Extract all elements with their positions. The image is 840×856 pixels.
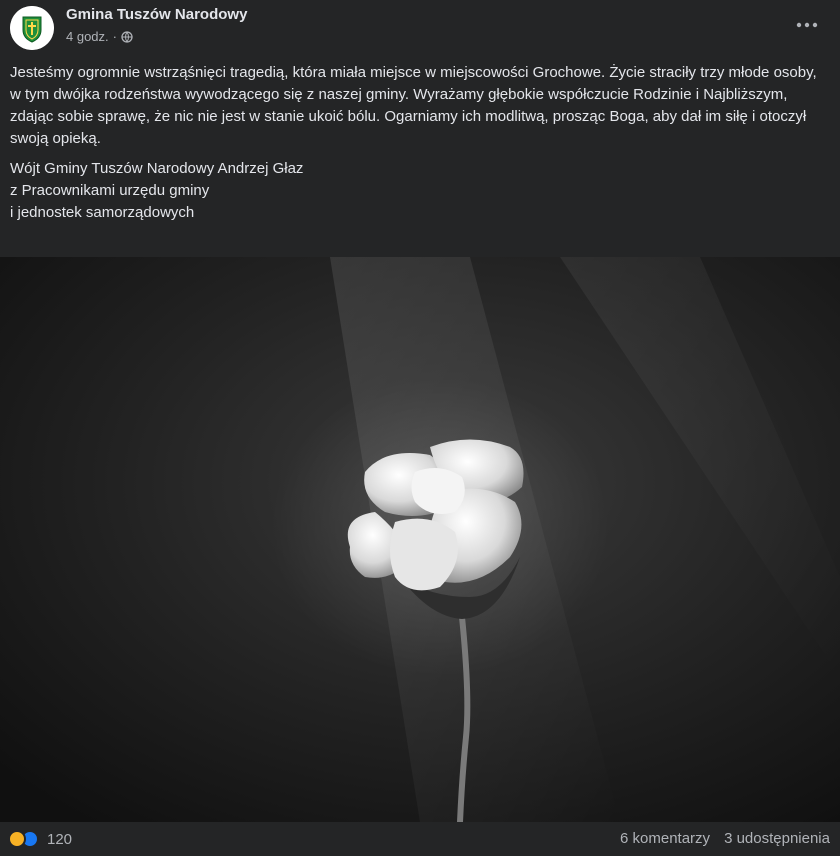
signature-line: i jednostek samorządowych: [10, 204, 195, 221]
signature-line: Wójt Gminy Tuszów Narodowy Andrzej Głaz: [10, 160, 304, 177]
post-photo[interactable]: [0, 257, 840, 822]
post-signature: Wójt Gminy Tuszów Narodowy Andrzej Głaz …: [10, 158, 828, 224]
facebook-post: Gmina Tuszów Narodowy 4 godz. · Jesteśmy…: [0, 0, 840, 856]
shares-link[interactable]: 3 udostępnienia: [724, 830, 830, 847]
post-timestamp[interactable]: 4 godz.: [66, 29, 109, 44]
post-stats: 6 komentarzy 3 udostępnienia: [620, 830, 830, 847]
post-paragraph: Jesteśmy ogromnie wstrząśnięci tragedią,…: [10, 64, 817, 147]
post-text: Jesteśmy ogromnie wstrząśnięci tragedią,…: [10, 62, 828, 224]
white-rose-image: [0, 257, 840, 822]
signature-line: z Pracownikami urzędu gminy: [10, 182, 210, 199]
post-header: Gmina Tuszów Narodowy 4 godz. ·: [0, 0, 840, 56]
page-avatar[interactable]: [10, 6, 54, 50]
post-meta: 4 godz. ·: [66, 29, 133, 44]
post-footer: 120 6 komentarzy 3 udostępnienia: [0, 822, 840, 856]
coat-of-arms-icon: [10, 6, 54, 50]
sad-reaction-icon: [8, 830, 26, 848]
more-options-icon: [796, 22, 818, 28]
meta-separator: ·: [112, 29, 117, 44]
reactions-summary[interactable]: 120: [8, 830, 72, 848]
reaction-count: 120: [47, 830, 73, 848]
page-name[interactable]: Gmina Tuszów Narodowy: [66, 6, 247, 23]
comments-link[interactable]: 6 komentarzy: [620, 830, 710, 847]
globe-icon: [121, 30, 133, 43]
more-options-button[interactable]: [792, 14, 822, 36]
